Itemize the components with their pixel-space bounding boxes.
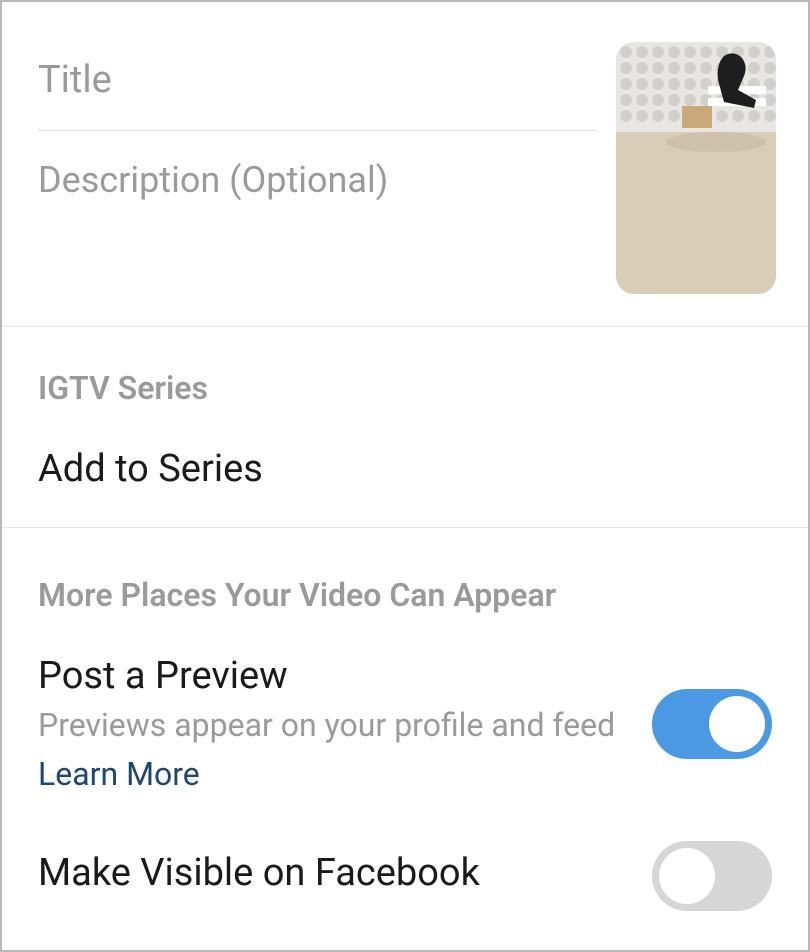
- inputs-container: [38, 34, 596, 294]
- facebook-title: Make Visible on Facebook: [38, 851, 632, 895]
- toggle-knob: [659, 848, 715, 904]
- post-preview-subtitle: Previews appear on your profile and feed: [38, 704, 632, 747]
- facebook-toggle[interactable]: [652, 841, 772, 911]
- facebook-row: Make Visible on Facebook: [38, 841, 772, 911]
- series-header: IGTV Series: [38, 369, 772, 407]
- post-preview-text: Post a Preview Previews appear on your p…: [38, 654, 632, 793]
- video-thumbnail[interactable]: [616, 42, 776, 294]
- post-preview-toggle[interactable]: [652, 689, 772, 759]
- post-preview-title: Post a Preview: [38, 654, 632, 698]
- top-section: [2, 2, 808, 327]
- title-input[interactable]: [38, 34, 596, 131]
- toggle-knob: [709, 696, 765, 752]
- add-to-series-button[interactable]: Add to Series: [38, 447, 772, 491]
- post-preview-row: Post a Preview Previews appear on your p…: [38, 654, 772, 793]
- learn-more-link[interactable]: Learn More: [38, 755, 200, 793]
- more-places-section: More Places Your Video Can Appear Post a…: [2, 528, 808, 951]
- facebook-text: Make Visible on Facebook: [38, 851, 632, 901]
- description-input[interactable]: [38, 131, 596, 251]
- more-places-header: More Places Your Video Can Appear: [38, 576, 772, 614]
- series-section: IGTV Series Add to Series: [2, 327, 808, 528]
